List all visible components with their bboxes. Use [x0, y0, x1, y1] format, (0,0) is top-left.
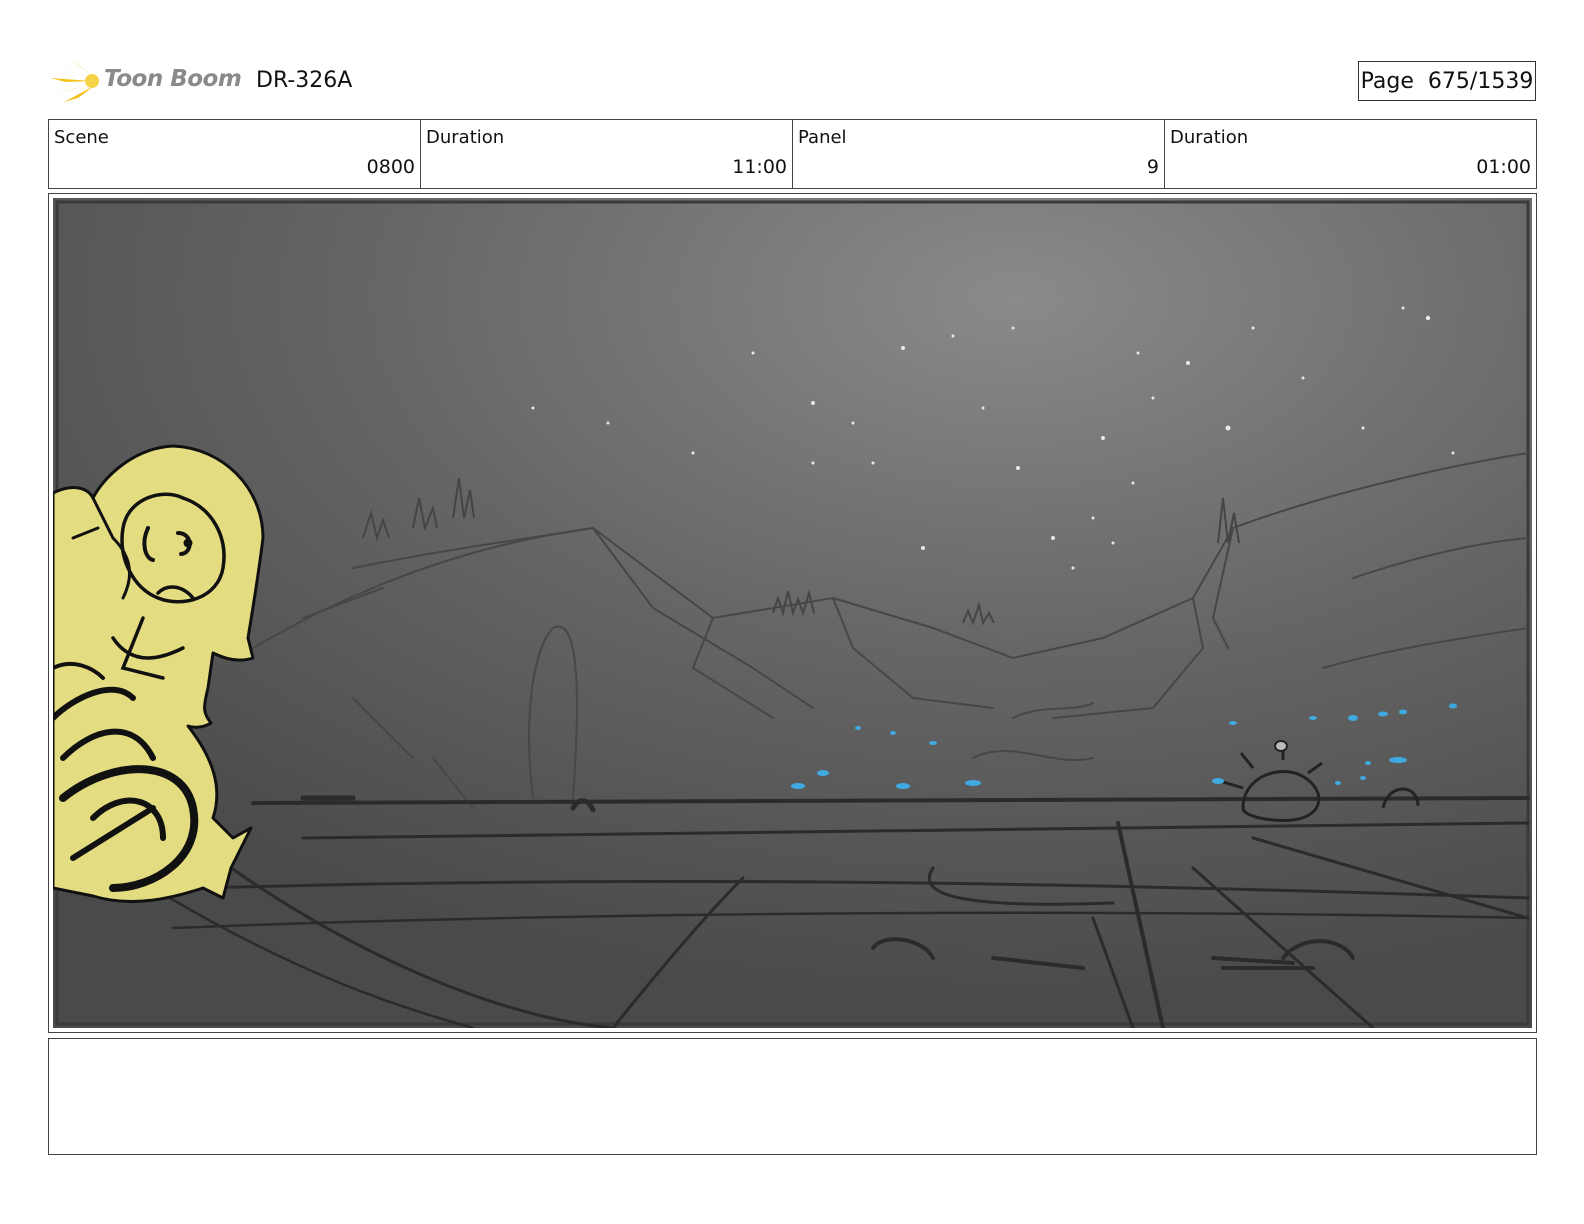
panel-duration-value: 01:00	[1476, 156, 1531, 178]
scene-value: 0800	[366, 156, 415, 178]
scene-cell: Scene 0800	[49, 120, 421, 188]
page-label: Page	[1360, 68, 1414, 94]
scene-duration-value: 11:00	[732, 156, 787, 178]
panel-cell: Panel 9	[793, 120, 1165, 188]
scene-info-row: Scene 0800 Duration 11:00 Panel 9 Durati…	[48, 119, 1537, 189]
scene-duration-label: Duration	[426, 127, 505, 148]
panel-duration-cell: Duration 01:00	[1165, 120, 1536, 188]
scene-duration-cell: Duration 11:00	[421, 120, 793, 188]
panel-value: 9	[1146, 156, 1159, 178]
logo-text: Toon Boom	[104, 66, 242, 92]
panel-notes-text	[49, 1039, 1536, 1055]
panel-sketch-image	[53, 198, 1532, 1028]
document-id: DR-326A	[256, 68, 353, 93]
panel-notes-box	[48, 1038, 1537, 1155]
panel-duration-label: Duration	[1170, 127, 1249, 148]
scene-label: Scene	[54, 127, 109, 148]
page-value: 675/1539	[1427, 68, 1534, 94]
storyboard-panel	[48, 193, 1537, 1033]
page-indicator: Page 675/1539	[1358, 61, 1536, 101]
panel-label: Panel	[798, 127, 847, 148]
